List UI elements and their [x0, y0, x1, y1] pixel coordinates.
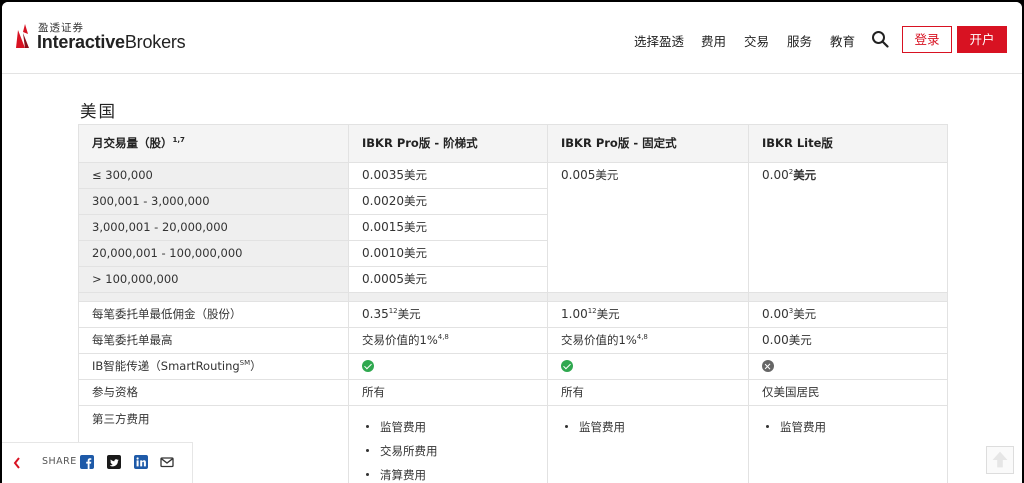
grid-line [78, 301, 948, 302]
smart-routing-fixed [547, 353, 748, 379]
min-commission-lite: 0.003美元 [762, 307, 817, 321]
share-label: SHARE [42, 456, 77, 467]
header-col-pro-fixed: IBKR Pro版 - 固定式 [547, 124, 748, 162]
max-commission-tiered: 交易价值的1%4,8 [362, 333, 449, 347]
list-item: 清算费用 [362, 467, 547, 483]
eligibility-tiered: 所有 [362, 385, 385, 399]
header-col-lite: IBKR Lite版 [748, 124, 948, 162]
tier-volume-1: ≤ 300,000 [78, 162, 348, 188]
tier-price-1: 0.0035美元 [362, 168, 427, 182]
grid-line [78, 353, 948, 354]
tier-price-5: 0.0005美元 [362, 272, 427, 286]
grid-line [78, 162, 948, 163]
grid-line [78, 124, 79, 483]
nav-item-choose-ibkr[interactable]: 选择盈透 [634, 31, 684, 50]
back-to-top-button[interactable] [986, 446, 1014, 474]
eligibility-label: 参与资格 [92, 385, 138, 399]
twitter-icon[interactable] [107, 455, 121, 469]
third-party-tiered: 监管费用 交易所费用 清算费用 [348, 405, 547, 483]
grid-line [947, 124, 948, 483]
third-party-lite: 监管费用 [748, 405, 948, 483]
max-commission-fixed: 交易价值的1%4,8 [561, 333, 648, 347]
grid-line [78, 240, 547, 241]
grid-line [78, 266, 547, 267]
lite-price: 0.002美元 [762, 168, 817, 182]
section-title: 美国 [80, 102, 117, 121]
share-bar: SHARE [2, 442, 193, 483]
eligibility-fixed: 所有 [561, 385, 584, 399]
nav-item-fees[interactable]: 费用 [701, 31, 726, 50]
smart-routing-label: IB智能传递（SmartRoutingSM） [92, 359, 262, 373]
tier-price-3: 0.0015美元 [362, 220, 427, 234]
tier-price-4: 0.0010美元 [362, 246, 427, 260]
grid-line [547, 124, 548, 483]
grid-line [78, 405, 948, 406]
tier-volume-4: 20,000,001 - 100,000,000 [78, 240, 348, 266]
tier-volume-3: 3,000,001 - 20,000,000 [78, 214, 348, 240]
header-col-pro-tiered: IBKR Pro版 - 阶梯式 [348, 124, 547, 162]
chevron-left-icon[interactable] [12, 456, 22, 470]
cross-icon [762, 360, 774, 372]
login-button[interactable]: 登录 [902, 26, 952, 53]
nav-item-trading[interactable]: 交易 [744, 31, 769, 50]
tier-volume-5: > 100,000,000 [78, 266, 348, 292]
browser-viewport: 盈透证券 InteractiveBrokers 选择盈透 费用 交易 服务 教育… [2, 2, 1022, 483]
fixed-price: 0.005美元 [561, 168, 619, 182]
list-item: 交易所费用 [362, 443, 547, 467]
min-commission-label: 每笔委托单最低佣金（股份） [92, 307, 242, 321]
ibkr-logo[interactable]: 盈透证券 InteractiveBrokers [16, 18, 196, 52]
check-icon [561, 360, 573, 372]
eligibility-lite: 仅美国居民 [762, 385, 820, 399]
tier-price-2: 0.0020美元 [362, 194, 427, 208]
list-item: 监管费用 [762, 419, 948, 443]
smart-routing-lite [748, 353, 948, 379]
site-header: 盈透证券 InteractiveBrokers 选择盈透 费用 交易 服务 教育… [2, 2, 1022, 74]
grid-line [78, 379, 948, 380]
check-icon [362, 360, 374, 372]
max-commission-label: 每笔委托单最高 [92, 333, 173, 347]
linkedin-icon[interactable] [134, 455, 148, 469]
grid-line [78, 327, 948, 328]
list-item: 监管费用 [362, 419, 547, 443]
logo-flame-icon [16, 24, 29, 48]
grid-line [78, 292, 948, 293]
search-icon[interactable] [871, 30, 889, 48]
grid-line [78, 214, 547, 215]
facebook-icon[interactable] [80, 455, 94, 469]
open-account-button[interactable]: 开户 [957, 26, 1007, 53]
logo-english-text: InteractiveBrokers [37, 32, 186, 52]
list-item: 监管费用 [561, 419, 748, 443]
grid-line [78, 124, 948, 125]
grid-line [348, 124, 349, 483]
nav-item-education[interactable]: 教育 [830, 31, 855, 50]
grid-line [78, 188, 547, 189]
nav-item-services[interactable]: 服务 [787, 31, 812, 50]
header-col-volume: 月交易量（股）1,7 [78, 124, 348, 162]
row-separator-band [78, 292, 948, 301]
arrow-up-icon [992, 451, 1008, 468]
min-commission-fixed: 1.0012美元 [561, 307, 620, 321]
smart-routing-tiered [348, 353, 547, 379]
tier-volume-2: 300,001 - 3,000,000 [78, 188, 348, 214]
min-commission-tiered: 0.3512美元 [362, 307, 421, 321]
grid-line [748, 124, 749, 483]
max-commission-lite: 0.00美元 [762, 333, 812, 347]
third-party-fixed: 监管费用 [547, 405, 748, 483]
email-icon[interactable] [160, 455, 174, 469]
